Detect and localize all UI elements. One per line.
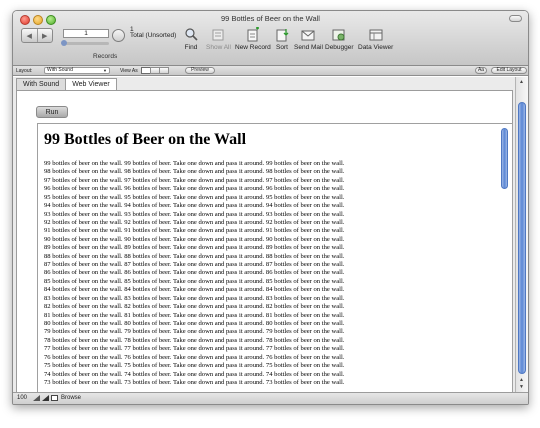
scroll-up-top-icon[interactable]: ▲ [519,79,524,85]
debugger-icon [332,29,345,41]
toolbar-toggle-button[interactable] [509,15,522,22]
verse-line: 90 bottles of beer on the wall. 90 bottl… [44,235,345,243]
send-mail-label: Send Mail [294,44,323,51]
layout-label: Layout: [16,68,33,74]
view-as-buttons [141,67,169,74]
layout-select-value: With Sound [47,67,73,73]
verse-line: 97 bottles of beer on the wall. 97 bottl… [44,176,345,184]
sort-label: Sort [276,44,288,51]
find-icon [185,28,198,41]
verse-line: 78 bottles of beer on the wall. 78 bottl… [44,336,345,344]
verse-line: 95 bottles of beer on the wall. 95 bottl… [44,193,345,201]
layout-bar: Layout: With Sound View As Preview Aa Ed… [13,66,528,76]
web-viewer[interactable]: 99 Bottles of Beer on the Wall 99 bottle… [37,123,513,395]
verse-line: 79 bottles of beer on the wall. 79 bottl… [44,328,345,336]
verse-list: 99 bottles of beer on the wall. 99 bottl… [44,160,512,387]
verse-line: 93 bottles of beer on the wall. 93 bottl… [44,210,345,218]
verse-line: 99 bottles of beer on the wall. 99 bottl… [44,160,345,167]
previous-record-button[interactable]: ◀ [22,29,38,42]
show-all-label: Show All [206,44,231,51]
verse-line: 94 bottles of beer on the wall. 94 bottl… [44,202,345,210]
web-viewer-heading: 99 Bottles of Beer on the Wall [44,131,247,148]
verse-line: 92 bottles of beer on the wall. 92 bottl… [44,218,345,226]
send-mail-button[interactable]: Send Mail [294,27,323,51]
verse-line: 98 bottles of beer on the wall. 98 bottl… [44,168,345,176]
text-formatting-label: Aa [477,67,485,73]
verse-line: 75 bottles of beer on the wall. 75 bottl… [44,362,345,370]
verse-line: 82 bottles of beer on the wall. 82 bottl… [44,303,345,311]
data-viewer-button[interactable]: Data Viewer [358,27,393,51]
zoom-out-icon[interactable] [33,395,40,401]
sort-icon [276,29,289,42]
debugger-label: Debugger [325,44,354,51]
verse-line: 87 bottles of beer on the wall. 87 bottl… [44,261,345,269]
verse-line: 81 bottles of beer on the wall. 81 bottl… [44,311,345,319]
next-record-button[interactable]: ▶ [38,29,53,42]
verse-line: 80 bottles of beer on the wall. 80 bottl… [44,320,345,328]
title-bar: 99 Bottles of Beer on the Wall ◀ ▶ 1 1 T… [13,11,528,66]
new-record-label: New Record [235,44,271,51]
tab-panel: Run 99 Bottles of Beer on the Wall 99 bo… [16,90,513,395]
zoom-level[interactable]: 100 [17,395,27,401]
new-record-icon [247,27,259,42]
send-mail-icon [301,30,315,41]
total-unsorted-label: Total (Unsorted) [130,32,177,39]
verse-line: 77 bottles of beer on the wall. 77 bottl… [44,345,345,353]
edit-layout-button[interactable]: Edit Layout [491,67,527,74]
verse-line: 96 bottles of beer on the wall. 96 bottl… [44,185,345,193]
run-button[interactable]: Run [36,106,68,118]
current-record-field[interactable]: 1 [63,29,109,38]
verse-line: 88 bottles of beer on the wall. 88 bottl… [44,252,345,260]
text-formatting-button[interactable]: Aa [475,67,487,74]
tab-web-viewer[interactable]: Web Viewer [65,78,117,90]
scroll-up-icon[interactable]: ▲ [519,377,524,383]
mode-indicator: Browse [61,395,82,401]
preview-label: Preview [191,67,209,73]
debugger-button[interactable]: Debugger [325,27,354,51]
web-viewer-scrollbar[interactable] [501,128,508,189]
layout-content: With Sound Web Viewer Run 99 Bottles of … [13,77,516,395]
tab-control: With Sound Web Viewer [16,78,117,90]
verse-line: 84 bottles of beer on the wall. 84 bottl… [44,286,345,294]
find-button[interactable]: Find [184,27,198,51]
data-viewer-label: Data Viewer [358,44,394,51]
preview-button[interactable]: Preview [185,67,215,74]
tab-with-sound[interactable]: With Sound [16,78,67,90]
new-record-button[interactable]: New Record [235,27,271,51]
view-as-label: View As [120,68,138,74]
data-viewer-icon [369,29,383,41]
find-label: Find [184,44,198,51]
sort-button[interactable]: Sort [275,27,289,51]
show-all-button[interactable]: Show All [206,27,231,51]
record-slider[interactable] [61,40,109,46]
app-window: 99 Bottles of Beer on the Wall ◀ ▶ 1 1 T… [12,10,529,405]
window-scrollbar[interactable]: ▲ ▲ ▼ [515,77,528,394]
verse-line: 74 bottles of beer on the wall. 74 bottl… [44,370,345,378]
verse-line: 73 bottles of beer on the wall. 73 bottl… [44,378,345,386]
view-as-table-button[interactable] [159,67,169,74]
verse-line: 83 bottles of beer on the wall. 83 bottl… [44,294,345,302]
window-title: 99 Bottles of Beer on the Wall [221,14,320,23]
verse-line: 91 bottles of beer on the wall. 91 bottl… [44,227,345,235]
layout-select[interactable]: With Sound [44,67,110,74]
edit-layout-label: Edit Layout [496,67,522,73]
record-navigation: ◀ ▶ [21,28,53,43]
scroll-down-icon[interactable]: ▼ [519,384,524,390]
verse-line: 86 bottles of beer on the wall. 86 bottl… [44,269,345,277]
status-area-toggle-icon[interactable] [51,395,58,401]
verse-line: 85 bottles of beer on the wall. 85 bottl… [44,277,345,285]
zoom-in-icon[interactable] [42,395,49,401]
show-all-icon [212,29,224,41]
verse-line: 89 bottles of beer on the wall. 89 bottl… [44,244,345,252]
records-label: Records [93,53,118,60]
verse-line: 76 bottles of beer on the wall. 76 bottl… [44,353,345,361]
window-scroll-thumb[interactable] [518,102,526,374]
found-set-pie-icon[interactable] [112,29,125,42]
status-bar: 100 Browse [13,392,528,404]
